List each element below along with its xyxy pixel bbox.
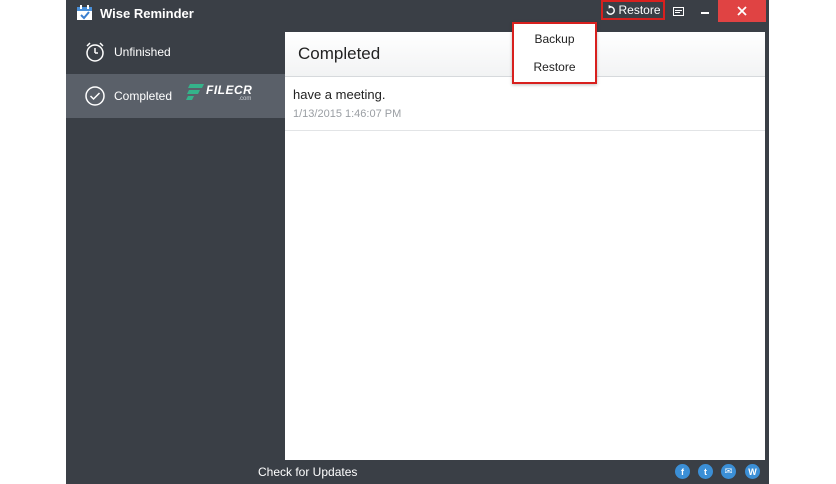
restore-icon	[606, 4, 616, 15]
watermark-text: FILECR	[206, 83, 253, 97]
twitter-icon[interactable]: t	[698, 464, 713, 479]
content-panel: Completed have a meeting. 1/13/2015 1:46…	[285, 32, 765, 460]
wise-icon[interactable]: W	[745, 464, 760, 479]
close-button[interactable]	[718, 0, 766, 22]
menu-item-backup[interactable]: Backup	[514, 32, 595, 46]
twitter-glyph: t	[704, 466, 707, 477]
email-icon[interactable]: ✉	[721, 464, 736, 479]
task-title: have a meeting.	[293, 87, 386, 102]
app-window: Wise Reminder Restore Unfinished Complet…	[66, 0, 769, 484]
alarm-clock-icon	[86, 42, 104, 62]
title-bar: Wise Reminder Restore	[66, 0, 769, 26]
skin-button[interactable]	[666, 0, 690, 22]
restore-dropdown-menu: Backup Restore	[512, 22, 597, 84]
email-glyph: ✉	[724, 466, 733, 476]
list-item[interactable]: have a meeting. 1/13/2015 1:46:07 PM	[285, 78, 765, 131]
minimize-button[interactable]	[694, 0, 716, 22]
check-circle-icon	[85, 86, 105, 106]
minimize-icon	[701, 12, 709, 14]
sidebar-item-completed[interactable]: Completed FILECR .com	[66, 74, 285, 118]
wise-glyph: W	[748, 466, 757, 477]
facebook-icon[interactable]: f	[675, 464, 690, 479]
page-title: Completed	[298, 44, 381, 63]
restore-button-label: Restore	[618, 3, 661, 17]
watermark-subtext: .com	[238, 96, 252, 102]
restore-button[interactable]: Restore	[601, 0, 665, 20]
sidebar-item-label: Completed	[114, 89, 173, 103]
sidebar-item-label: Unfinished	[114, 45, 171, 59]
sidebar-item-unfinished[interactable]: Unfinished	[66, 30, 285, 74]
app-title: Wise Reminder	[100, 6, 194, 21]
close-icon	[737, 6, 747, 16]
filecr-logo-icon	[186, 84, 204, 100]
calendar-check-icon	[77, 5, 92, 20]
skin-icon	[672, 6, 684, 16]
task-time: 1/13/2015 1:46:07 PM	[293, 108, 402, 120]
sidebar: Unfinished Completed FILECR .com	[66, 30, 285, 118]
check-for-updates-link[interactable]: Check for Updates	[258, 465, 357, 479]
facebook-glyph: f	[681, 466, 684, 477]
menu-item-restore[interactable]: Restore	[514, 60, 595, 74]
filecr-watermark: FILECR .com	[186, 83, 253, 102]
